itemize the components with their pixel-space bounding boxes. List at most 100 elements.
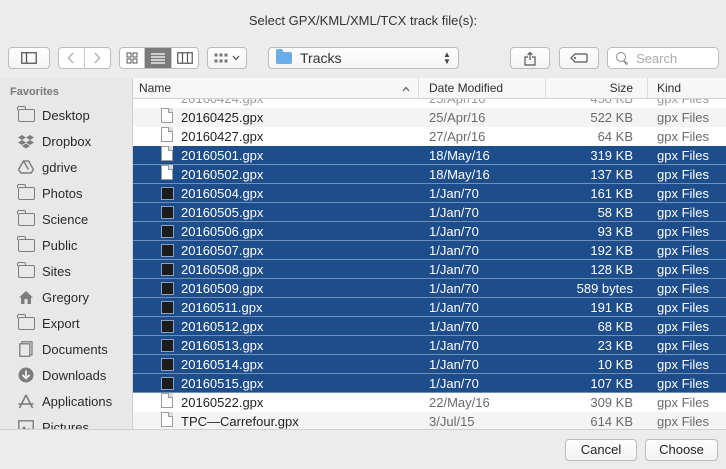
file-kind: gpx Files bbox=[657, 376, 710, 391]
sidebar-item-dropbox[interactable]: Dropbox bbox=[0, 128, 132, 154]
sidebar-item-label: Science bbox=[42, 211, 89, 227]
window-title: Select GPX/KML/XML/TCX track file(s): bbox=[248, 13, 478, 28]
file-name: 20160512.gpx bbox=[181, 319, 264, 334]
column-view-icon bbox=[176, 52, 193, 64]
sidebar-item-gdrive[interactable]: gdrive bbox=[0, 154, 132, 180]
share-button[interactable] bbox=[510, 47, 550, 69]
sidebar-item-gregory[interactable]: Gregory bbox=[0, 284, 132, 310]
file-row[interactable]: 20160514.gpx 1/Jan/70 10 KB gpx Files bbox=[133, 355, 726, 374]
file-row[interactable]: 20160508.gpx 1/Jan/70 128 KB gpx Files bbox=[133, 260, 726, 279]
gpx-file-thumbnail-icon bbox=[161, 339, 174, 352]
file-row[interactable]: 20160501.gpx 18/May/16 319 KB gpx Files bbox=[133, 146, 726, 165]
sidebar-item-documents[interactable]: Documents bbox=[0, 336, 132, 362]
file-date: 1/Jan/70 bbox=[429, 300, 479, 315]
file-kind: gpx Files bbox=[657, 262, 710, 277]
file-name: 20160425.gpx bbox=[181, 110, 264, 125]
sidebar-item-science[interactable]: Science bbox=[0, 206, 132, 232]
file-row[interactable]: TPC—Carrefour.gpx 3/Jul/15 614 KB gpx Files bbox=[133, 412, 726, 429]
home-icon bbox=[17, 288, 35, 306]
file-size: 107 KB bbox=[590, 376, 633, 391]
tags-button[interactable] bbox=[559, 47, 599, 69]
column-size-label: Size bbox=[609, 81, 633, 95]
sidebar-item-downloads[interactable]: Downloads bbox=[0, 362, 132, 388]
file-name: 20160508.gpx bbox=[181, 262, 264, 277]
sidebar-item-sites[interactable]: Sites bbox=[0, 258, 132, 284]
file-size: 68 KB bbox=[597, 319, 633, 334]
file-kind: gpx Files bbox=[657, 167, 710, 182]
choose-button[interactable]: Choose bbox=[645, 439, 718, 461]
file-kind: gpx Files bbox=[657, 357, 710, 372]
documents-icon bbox=[17, 340, 35, 358]
icon-view-button[interactable] bbox=[120, 48, 146, 68]
file-size: 192 KB bbox=[590, 243, 633, 258]
gpx-file-thumbnail-icon bbox=[161, 320, 174, 333]
file-row[interactable]: 20160502.gpx 18/May/16 137 KB gpx Files bbox=[133, 165, 726, 184]
column-view-button[interactable] bbox=[172, 48, 198, 68]
column-header-size[interactable]: Size bbox=[545, 78, 647, 99]
arrange-menu-button[interactable] bbox=[207, 47, 247, 69]
file-name: 20160506.gpx bbox=[181, 224, 264, 239]
icon-view-icon bbox=[126, 52, 138, 64]
file-kind: gpx Files bbox=[657, 300, 710, 315]
file-row[interactable]: 20160513.gpx 1/Jan/70 23 KB gpx Files bbox=[133, 336, 726, 355]
document-icon bbox=[161, 127, 173, 142]
file-row[interactable]: 20160424.gpx 25/Apr/16 450 KB gpx Files bbox=[133, 99, 726, 108]
file-row[interactable]: 20160509.gpx 1/Jan/70 589 bytes gpx Files bbox=[133, 279, 726, 298]
file-name: 20160514.gpx bbox=[181, 357, 264, 372]
forward-button[interactable] bbox=[85, 48, 110, 68]
file-date: 1/Jan/70 bbox=[429, 224, 479, 239]
gpx-file-thumbnail-icon bbox=[161, 263, 174, 276]
file-row[interactable]: 20160515.gpx 1/Jan/70 107 KB gpx Files bbox=[133, 374, 726, 393]
cancel-button[interactable]: Cancel bbox=[565, 439, 637, 461]
sidebar-item-applications[interactable]: Applications bbox=[0, 388, 132, 414]
gpx-file-thumbnail-icon bbox=[161, 244, 174, 257]
file-row[interactable]: 20160511.gpx 1/Jan/70 191 KB gpx Files bbox=[133, 298, 726, 317]
list-view-icon bbox=[151, 52, 166, 64]
sidebar-item-pictures[interactable]: Pictures bbox=[0, 414, 132, 429]
file-size: 450 KB bbox=[590, 99, 633, 108]
gpx-file-thumbnail-icon bbox=[161, 358, 174, 371]
file-kind: gpx Files bbox=[657, 205, 710, 220]
file-row[interactable]: 20160505.gpx 1/Jan/70 58 KB gpx Files bbox=[133, 203, 726, 222]
sidebar-item-photos[interactable]: Photos bbox=[0, 180, 132, 206]
location-label: Tracks bbox=[300, 50, 342, 66]
location-dropdown[interactable]: Tracks ▲ ▼ bbox=[268, 47, 459, 69]
file-kind: gpx Files bbox=[657, 281, 710, 296]
share-icon bbox=[524, 51, 536, 66]
back-button[interactable] bbox=[59, 48, 85, 68]
sidebar-item-public[interactable]: Public bbox=[0, 232, 132, 258]
file-size: 64 KB bbox=[597, 129, 633, 144]
folder-icon bbox=[17, 209, 35, 228]
file-row[interactable]: 20160504.gpx 1/Jan/70 161 KB gpx Files bbox=[133, 184, 726, 203]
file-row[interactable]: 20160522.gpx 22/May/16 309 KB gpx Files bbox=[133, 393, 726, 412]
file-size: 137 KB bbox=[590, 167, 633, 182]
sidebar-item-label: Desktop bbox=[42, 107, 90, 123]
file-kind: gpx Files bbox=[657, 243, 710, 258]
file-date: 1/Jan/70 bbox=[429, 243, 479, 258]
file-date: 1/Jan/70 bbox=[429, 338, 479, 353]
file-kind: gpx Files bbox=[657, 414, 710, 429]
file-row[interactable]: 20160425.gpx 25/Apr/16 522 KB gpx Files bbox=[133, 108, 726, 127]
file-row[interactable]: 20160427.gpx 27/Apr/16 64 KB gpx Files bbox=[133, 127, 726, 146]
search-input[interactable] bbox=[636, 50, 716, 66]
column-header-name[interactable]: Name bbox=[133, 78, 418, 99]
sidebar-item-desktop[interactable]: Desktop bbox=[0, 102, 132, 128]
sidebar-item-label: Photos bbox=[42, 185, 83, 201]
list-view-button[interactable] bbox=[145, 48, 172, 68]
sidebar-toggle-button[interactable] bbox=[8, 47, 50, 69]
column-header-date[interactable]: Date Modified bbox=[418, 78, 545, 99]
file-row[interactable]: 20160512.gpx 1/Jan/70 68 KB gpx Files bbox=[133, 317, 726, 336]
folder-icon bbox=[17, 313, 35, 332]
search-field[interactable] bbox=[607, 47, 719, 69]
file-name: 20160501.gpx bbox=[181, 148, 264, 163]
sidebar-item-export[interactable]: Export bbox=[0, 310, 132, 336]
file-size: 319 KB bbox=[590, 148, 633, 163]
file-row[interactable]: 20160507.gpx 1/Jan/70 192 KB gpx Files bbox=[133, 241, 726, 260]
file-row[interactable]: 20160506.gpx 1/Jan/70 93 KB gpx Files bbox=[133, 222, 726, 241]
file-size: 522 KB bbox=[590, 110, 633, 125]
sidebar-item-label: Documents bbox=[42, 341, 108, 357]
file-name: TPC—Carrefour.gpx bbox=[181, 414, 299, 429]
file-size: 589 bytes bbox=[576, 281, 633, 296]
column-header-kind[interactable]: Kind bbox=[647, 78, 726, 99]
folder-icon bbox=[17, 183, 35, 202]
